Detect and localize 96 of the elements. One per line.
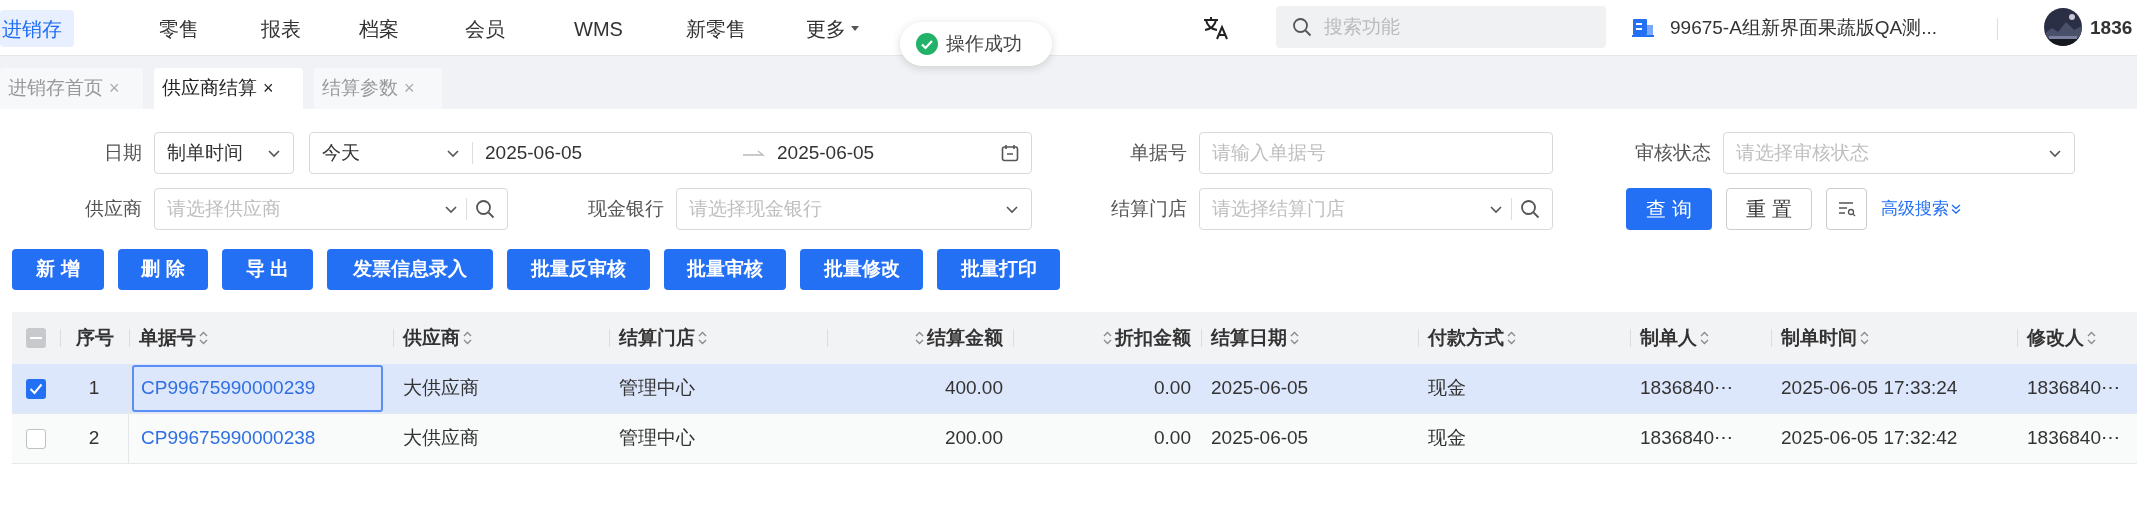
table-cell-text: 1836840⋯ [1640,426,1733,451]
action-button[interactable]: 发票信息录入 [327,249,493,290]
search-icon[interactable] [1520,199,1540,219]
table-cell-text: 1836840⋯ [2027,426,2120,451]
search-icon [1292,17,1312,37]
field-label: 单据号 [1130,140,1187,165]
column-header[interactable]: 结算日期 [1211,323,1299,353]
table-cell-text: 现金 [1428,426,1466,451]
column-header[interactable]: 修改人 [2027,323,2096,353]
nav-item[interactable]: 报表 [259,10,303,47]
doc-number-field[interactable]: 请输入单据号 [1199,132,1553,174]
date-type-select[interactable]: 制单时间 [154,132,294,174]
column-header[interactable]: 结算门店 [619,323,707,353]
column-header[interactable]: 制单人 [1640,323,1709,353]
row-checkbox[interactable] [26,428,46,449]
sort-icon[interactable] [915,331,924,345]
list-search-icon [1837,201,1856,217]
table-cell-text: 2025-06-05 17:33:24 [1781,376,1958,401]
document-link[interactable]: CP99675990000239 [141,374,316,403]
field-label: 日期 [104,140,142,165]
sort-icon[interactable] [199,331,208,345]
table-cell-text: 0.00 [1154,426,1191,451]
column-header[interactable]: 单据号 [139,323,208,353]
field-label: 现金银行 [588,196,664,221]
filter-settings-button[interactable] [1826,188,1867,230]
nav-item[interactable]: 进销存 [0,10,74,47]
field-label: 审核状态 [1635,140,1711,165]
table-cell-text: 2025-06-05 17:32:42 [1781,426,1958,451]
search-field[interactable]: 搜索功能 [1276,6,1606,48]
toast-message: 操作成功 [946,31,1022,56]
nav-item[interactable]: 新零售 [684,10,748,47]
table-cell-text: 管理中心 [619,426,695,451]
table-cell-text: 大供应商 [403,376,479,401]
action-button[interactable]: 导 出 [222,249,313,290]
table-cell-text: 2025-06-05 [1211,426,1309,451]
sort-icon[interactable] [2087,331,2096,345]
nav-item[interactable]: 档案 [357,10,401,47]
start-date[interactable]: 2025-06-05 [485,138,743,168]
table-cell-text: 1 [88,376,100,401]
sort-icon[interactable] [698,331,707,345]
field-label: 供应商 [85,196,142,221]
check-circle-icon [916,33,938,55]
action-button[interactable]: 批量反审核 [507,249,650,290]
column-header[interactable]: 折扣金额 [1103,323,1191,353]
caret-down-icon [850,25,860,32]
user-name[interactable]: 1836 [2090,14,2133,43]
table-cell-text: 大供应商 [403,426,479,451]
select-all-checkbox[interactable] [26,328,46,348]
table-cell-text: 1836840⋯ [1640,376,1733,401]
table-cell-text: 管理中心 [619,376,695,401]
sort-icon[interactable] [1507,331,1516,345]
table-cell-text: 0.00 [1154,376,1191,401]
double-chevron-down-icon [1951,204,1961,214]
table-row[interactable]: 1 CP99675990000239 大供应商 管理中心 400.00 0.00 2025-06-05 现金 1836840⋯ 2025-06-05 17:33:24 1836840⋯ [12,364,2137,414]
focused-cell[interactable]: CP99675990000239 [132,365,383,412]
period-select[interactable]: 今天 [322,138,472,168]
nav-item[interactable]: 更多 [804,10,862,47]
store-icon [1632,18,1654,38]
store-name[interactable]: 99675-A组新界面果蔬版QA测... [1670,14,1938,43]
nav-item[interactable]: WMS [572,10,625,47]
reset-button[interactable]: 重 置 [1726,188,1812,230]
sort-icon[interactable] [1103,331,1112,345]
table-cell-text: 2025-06-05 [1211,376,1309,401]
search-icon[interactable] [475,199,495,219]
advanced-search-link[interactable]: 高级搜索 [1881,196,1961,222]
end-date[interactable]: 2025-06-05 [777,138,1001,168]
sort-icon[interactable] [1860,331,1869,345]
row-checkbox[interactable] [26,378,46,399]
close-icon[interactable]: × [263,75,274,102]
action-button[interactable]: 批量打印 [937,249,1060,290]
table-cell-text: 现金 [1428,376,1466,401]
column-header[interactable]: 供应商 [403,323,472,353]
sort-icon[interactable] [1290,331,1299,345]
column-header[interactable]: 付款方式 [1428,323,1516,353]
document-link[interactable]: CP99675990000238 [141,424,316,453]
sort-icon[interactable] [1700,331,1709,345]
action-button[interactable]: 新 增 [12,249,104,290]
nav-item[interactable]: 零售 [157,10,201,47]
calendar-icon[interactable] [1001,144,1019,162]
table-cell-text: 400.00 [944,376,1003,401]
table-cell-text: 200.00 [944,426,1003,451]
column-header: 序号 [75,325,114,350]
column-header[interactable]: 结算金额 [915,323,1003,353]
action-button[interactable]: 删 除 [118,249,208,290]
action-button[interactable]: 批量审核 [664,249,786,290]
action-button[interactable]: 批量修改 [800,249,923,290]
field-label: 结算门店 [1111,196,1187,221]
column-header[interactable]: 制单时间 [1781,323,1869,353]
table-row[interactable]: 2 CP99675990000238 大供应商 管理中心 200.00 0.00 2025-06-05 现金 1836840⋯ 2025-06-05 17:32:42 1836840⋯ [12,414,2137,464]
nav-item[interactable]: 会员 [463,10,507,47]
tab[interactable]: 供应商结算 × [154,68,303,109]
sort-icon[interactable] [463,331,472,345]
table-cell-text: 1836840⋯ [2027,376,2120,401]
translate-icon[interactable] [1202,16,1230,40]
table-cell-text: 2 [88,426,100,451]
query-button[interactable]: 查 询 [1626,188,1712,230]
